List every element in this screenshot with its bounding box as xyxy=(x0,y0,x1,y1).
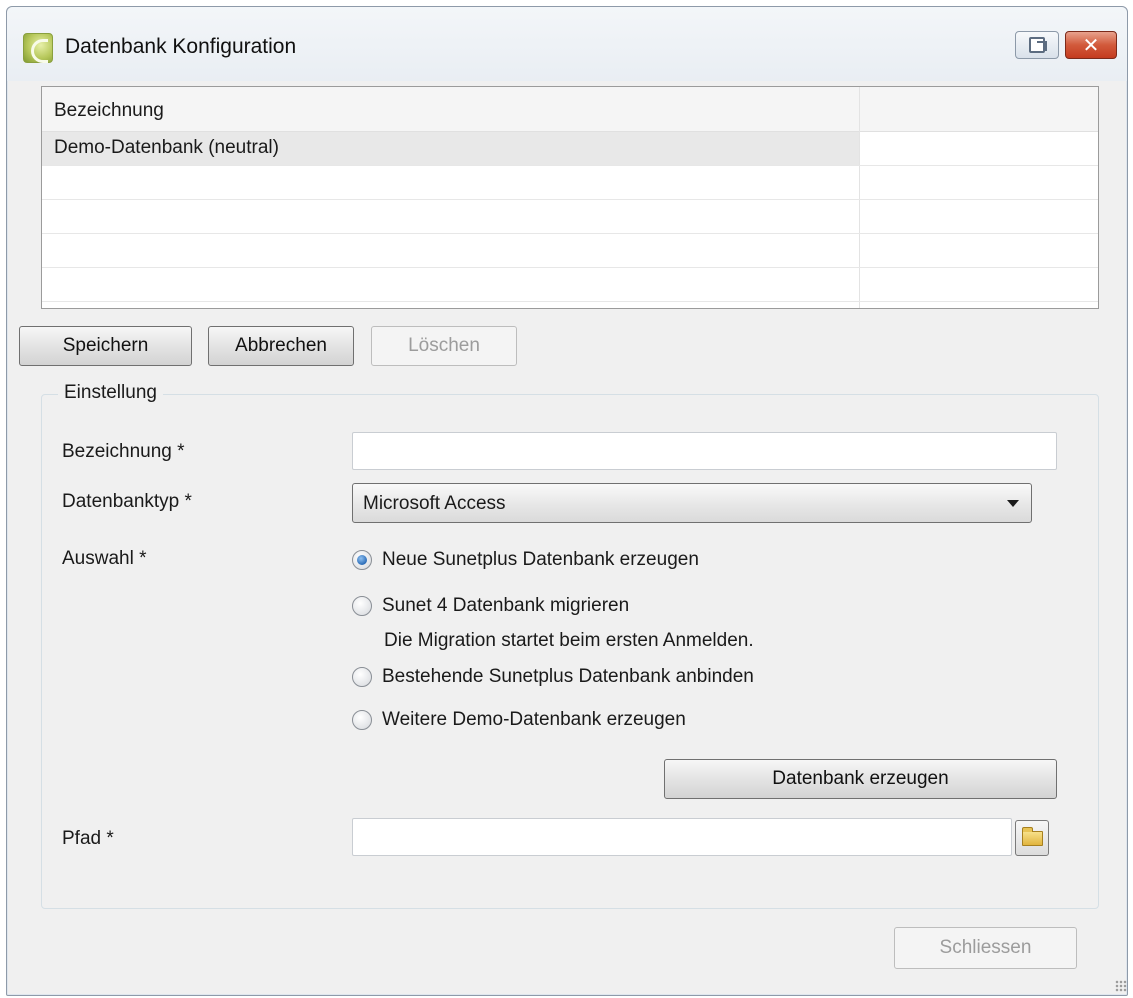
settings-group-title: Einstellung xyxy=(58,382,163,404)
path-field[interactable] xyxy=(352,818,1012,856)
table-cell-name xyxy=(42,166,859,199)
close-button-label: Schliessen xyxy=(939,937,1032,958)
window-title: Datenbank Konfiguration xyxy=(65,35,297,58)
create-database-button[interactable]: Datenbank erzeugen xyxy=(664,759,1057,799)
close-button[interactable]: Schliessen xyxy=(894,927,1077,969)
close-window-button[interactable]: ✕ xyxy=(1065,31,1117,59)
table-cell-name xyxy=(42,268,859,301)
name-field[interactable] xyxy=(352,432,1057,470)
create-database-label: Datenbank erzeugen xyxy=(772,768,949,789)
folder-icon xyxy=(1022,827,1043,846)
radio-label-connect-existing: Bestehende Sunetplus Datenbank anbinden xyxy=(382,666,754,687)
delete-button-label: Löschen xyxy=(408,335,480,356)
table-cell-name xyxy=(42,234,859,267)
radio-button[interactable] xyxy=(352,596,372,616)
resize-grip-icon[interactable] xyxy=(1115,980,1127,992)
radio-option-new-db[interactable]: Neue Sunetplus Datenbank erzeugen xyxy=(352,549,699,571)
table-row[interactable] xyxy=(42,200,1098,234)
radio-button[interactable] xyxy=(352,710,372,730)
cancel-button-label: Abbrechen xyxy=(235,335,327,356)
table-row[interactable] xyxy=(42,166,1098,200)
dbtype-label: Datenbanktyp * xyxy=(62,491,192,512)
help-button[interactable] xyxy=(1015,31,1059,59)
radio-option-connect-existing[interactable]: Bestehende Sunetplus Datenbank anbinden xyxy=(352,666,754,688)
name-label: Bezeichnung * xyxy=(62,441,185,462)
radio-button[interactable] xyxy=(352,667,372,687)
table-row[interactable]: Demo-Datenbank (neutral) xyxy=(42,132,1098,166)
save-button-label: Speichern xyxy=(62,335,149,356)
cancel-button[interactable]: Abbrechen xyxy=(208,326,354,366)
browse-folder-button[interactable] xyxy=(1015,820,1049,856)
help-icon xyxy=(1029,37,1047,53)
dbtype-select[interactable]: Microsoft Access xyxy=(352,483,1032,523)
radio-label-demo-db: Weitere Demo-Datenbank erzeugen xyxy=(382,709,686,730)
grid-header: Bezeichnung xyxy=(42,87,1098,132)
table-cell-name xyxy=(42,200,859,233)
column-header-bezeichnung[interactable]: Bezeichnung xyxy=(54,100,164,122)
title-bar: Datenbank Konfiguration ✕ xyxy=(7,7,1127,81)
table-cell-name: Demo-Datenbank (neutral) xyxy=(42,132,859,165)
table-row[interactable] xyxy=(42,234,1098,268)
close-icon: ✕ xyxy=(1082,34,1100,57)
app-logo-icon xyxy=(23,33,53,63)
migration-note: Die Migration startet beim ersten Anmeld… xyxy=(384,630,754,651)
dbtype-selected-value: Microsoft Access xyxy=(363,493,506,514)
radio-option-demo-db[interactable]: Weitere Demo-Datenbank erzeugen xyxy=(352,709,686,731)
path-label: Pfad * xyxy=(62,828,114,849)
table-row[interactable] xyxy=(42,268,1098,302)
radio-button[interactable] xyxy=(352,550,372,570)
delete-button[interactable]: Löschen xyxy=(371,326,517,366)
chevron-down-icon xyxy=(1007,500,1019,507)
radio-label-migrate: Sunet 4 Datenbank migrieren xyxy=(382,595,630,616)
radio-label-new-db: Neue Sunetplus Datenbank erzeugen xyxy=(382,549,699,570)
database-list-grid[interactable]: Bezeichnung Demo-Datenbank (neutral) xyxy=(41,86,1099,309)
save-button[interactable]: Speichern xyxy=(19,326,192,366)
radio-option-migrate[interactable]: Sunet 4 Datenbank migrieren xyxy=(352,595,629,617)
choice-label: Auswahl * xyxy=(62,548,147,569)
